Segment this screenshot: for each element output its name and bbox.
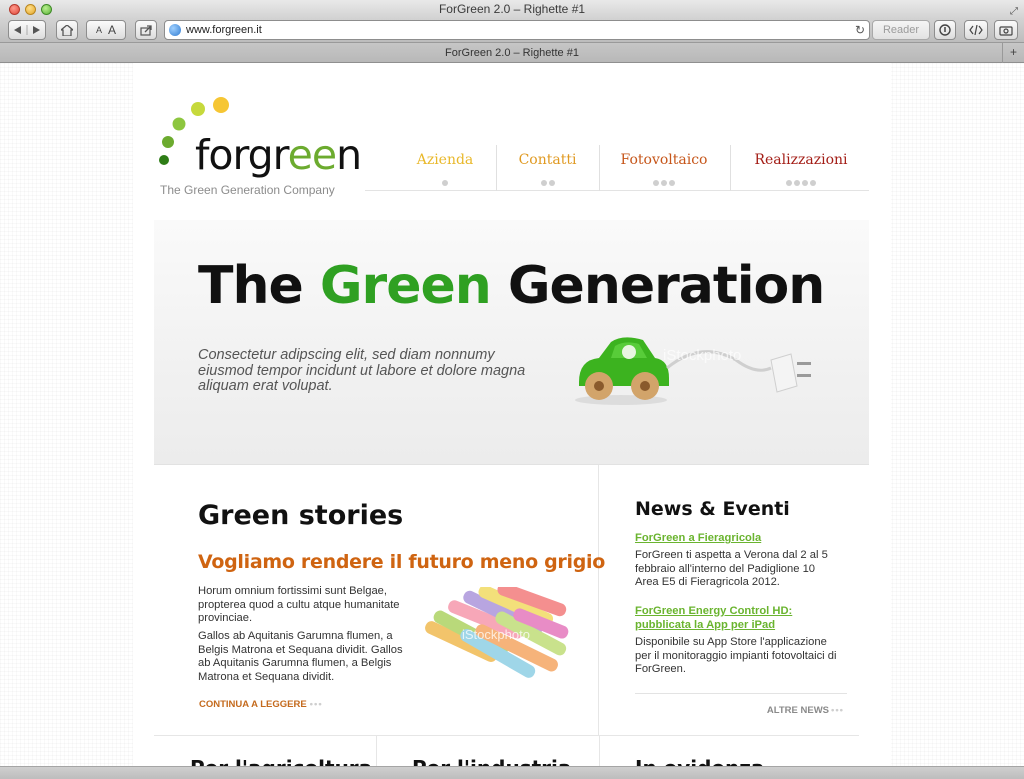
nav-label[interactable]: Contatti bbox=[505, 153, 590, 167]
reload-icon[interactable]: ↻ bbox=[855, 23, 865, 37]
nav-label[interactable]: Fotovoltaico bbox=[608, 153, 720, 167]
screenshot-button[interactable] bbox=[994, 20, 1018, 40]
hero-subtitle: Consectetur adipscing elit, sed diam non… bbox=[198, 347, 526, 394]
tab-bar: ForGreen 2.0 – Righette #1 + bbox=[0, 42, 1024, 63]
hero-banner: The Green Generation Consectetur adipsci… bbox=[154, 220, 869, 465]
logo-tagline: The Green Generation Company bbox=[160, 183, 335, 197]
window-bottom-bar bbox=[0, 766, 1024, 779]
chalk-watermark: iStockphoto bbox=[462, 627, 530, 642]
news-divider bbox=[635, 693, 847, 694]
stories-paragraph-1: Horum omnium fortissimi sunt Belgae, pro… bbox=[198, 585, 400, 624]
text-size-buttons[interactable]: A A bbox=[86, 20, 126, 40]
site-logo[interactable] bbox=[0, 63, 229, 165]
main-nav: Azienda Contatti Fotovoltaico Realizzazi… bbox=[365, 145, 869, 191]
browser-toolbar: A A www.forgreen.it ↻ Reader bbox=[0, 18, 1024, 42]
back-forward-icon bbox=[14, 25, 40, 35]
more-news-link[interactable]: ALTRE NEWS ••• bbox=[767, 705, 844, 716]
stories-heading: Green stories bbox=[198, 500, 404, 531]
nav-dots bbox=[405, 173, 485, 186]
hero-title: The Green Generation bbox=[198, 256, 825, 316]
toy-car-plug-image: iStockphoto bbox=[575, 337, 811, 405]
news-item-title-link[interactable]: ForGreen Energy Control HD: pubblicata l… bbox=[635, 604, 835, 632]
news-heading: News & Eventi bbox=[635, 498, 790, 520]
web-inspector-button[interactable] bbox=[964, 20, 988, 40]
downloads-button[interactable] bbox=[934, 20, 956, 40]
nav-dots bbox=[608, 173, 720, 186]
nav-dots bbox=[505, 173, 590, 186]
camera-icon bbox=[999, 25, 1013, 36]
nav-item-realizzazioni[interactable]: Realizzazioni bbox=[739, 145, 863, 191]
continue-reading-link[interactable]: CONTINUA A LEGGERE ••• bbox=[199, 699, 323, 710]
tab-active[interactable]: ForGreen 2.0 – Righette #1 bbox=[445, 47, 579, 59]
nav-label[interactable]: Realizzazioni bbox=[739, 153, 863, 167]
window-title: ForGreen 2.0 – Righette #1 bbox=[438, 2, 586, 16]
reader-button[interactable]: Reader bbox=[872, 20, 930, 40]
downloads-icon bbox=[939, 24, 951, 36]
nav-label[interactable]: Azienda bbox=[405, 153, 485, 167]
address-bar[interactable]: www.forgreen.it ↻ bbox=[164, 20, 870, 40]
window-titlebar: ForGreen 2.0 – Righette #1 ⤢ bbox=[0, 0, 1024, 18]
colored-chalk-image: iStockphoto bbox=[425, 587, 569, 678]
share-button[interactable] bbox=[135, 20, 157, 40]
new-tab-button[interactable]: + bbox=[1002, 43, 1024, 63]
hero-watermark: iStockphoto bbox=[663, 347, 741, 364]
close-window-button[interactable] bbox=[9, 4, 20, 15]
back-forward-buttons[interactable] bbox=[8, 20, 46, 40]
news-item-body: ForGreen ti aspetta a Verona dal 2 al 5 … bbox=[635, 549, 828, 588]
news-events-section: News & Eventi ForGreen a Fieragricola Fo… bbox=[599, 465, 869, 735]
news-item-title-link[interactable]: ForGreen a Fieragricola bbox=[635, 531, 835, 545]
nav-item-fotovoltaico[interactable]: Fotovoltaico bbox=[608, 145, 720, 191]
globe-icon bbox=[169, 24, 181, 36]
nav-item-contatti[interactable]: Contatti bbox=[505, 145, 590, 191]
nav-item-azienda[interactable]: Azienda bbox=[405, 145, 485, 191]
share-icon bbox=[139, 24, 152, 36]
url-text[interactable]: www.forgreen.it bbox=[186, 24, 262, 36]
logo-wordmark[interactable]: forgreen bbox=[195, 135, 362, 176]
home-button[interactable] bbox=[56, 20, 78, 40]
green-stories-section: Green stories Vogliamo rendere il futuro… bbox=[154, 465, 605, 735]
stories-paragraph-2: Gallos ab Aquitanis Garumna flumen, a Be… bbox=[198, 630, 403, 683]
text-larger-button[interactable]: A bbox=[108, 23, 116, 37]
stories-subheading[interactable]: Vogliamo rendere il futuro meno grigio bbox=[198, 551, 605, 573]
text-smaller-button[interactable]: A bbox=[96, 25, 102, 35]
home-icon bbox=[61, 24, 73, 36]
zoom-window-button[interactable] bbox=[41, 4, 52, 15]
nav-dots bbox=[739, 173, 863, 186]
news-item-body: Disponibile su App Store l'applicazione … bbox=[635, 636, 837, 675]
minimize-window-button[interactable] bbox=[25, 4, 36, 15]
code-icon bbox=[969, 25, 983, 35]
